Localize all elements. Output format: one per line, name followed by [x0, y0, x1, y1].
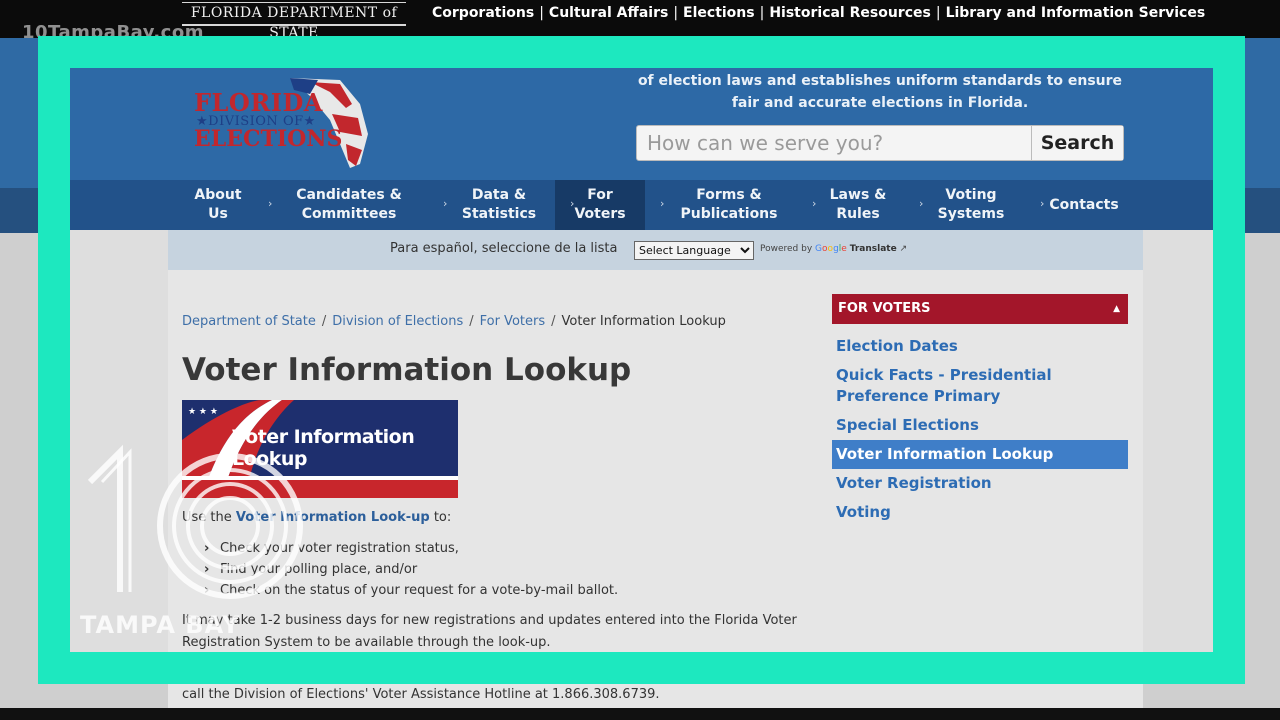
top-nav-elections[interactable]: Elections — [683, 5, 755, 21]
bottom-strip — [0, 708, 1280, 720]
top-nav-cultural-affairs[interactable]: Cultural Affairs — [549, 5, 668, 21]
top-nav-library[interactable]: Library and Information Services — [946, 5, 1206, 21]
department-of-state-logo[interactable]: FLORIDA DEPARTMENT of STATE — [182, 2, 406, 41]
top-nav-separator: | — [673, 5, 679, 21]
top-nav-historical-resources[interactable]: Historical Resources — [769, 5, 931, 21]
hotline-text: call the Division of Elections' Voter As… — [182, 687, 660, 702]
station-number-icon — [87, 444, 303, 599]
top-nav-separator: | — [935, 5, 941, 21]
station-name: TAMPA BAY — [80, 611, 241, 639]
content-below-frame: call the Division of Elections' Voter As… — [168, 684, 1143, 708]
top-nav: Corporations | Cultural Affairs | Elections |… — [432, 3, 1205, 23]
top-nav-corporations[interactable]: Corporations — [432, 5, 534, 21]
top-nav-separator: | — [759, 5, 765, 21]
top-nav-separator: | — [539, 5, 544, 21]
